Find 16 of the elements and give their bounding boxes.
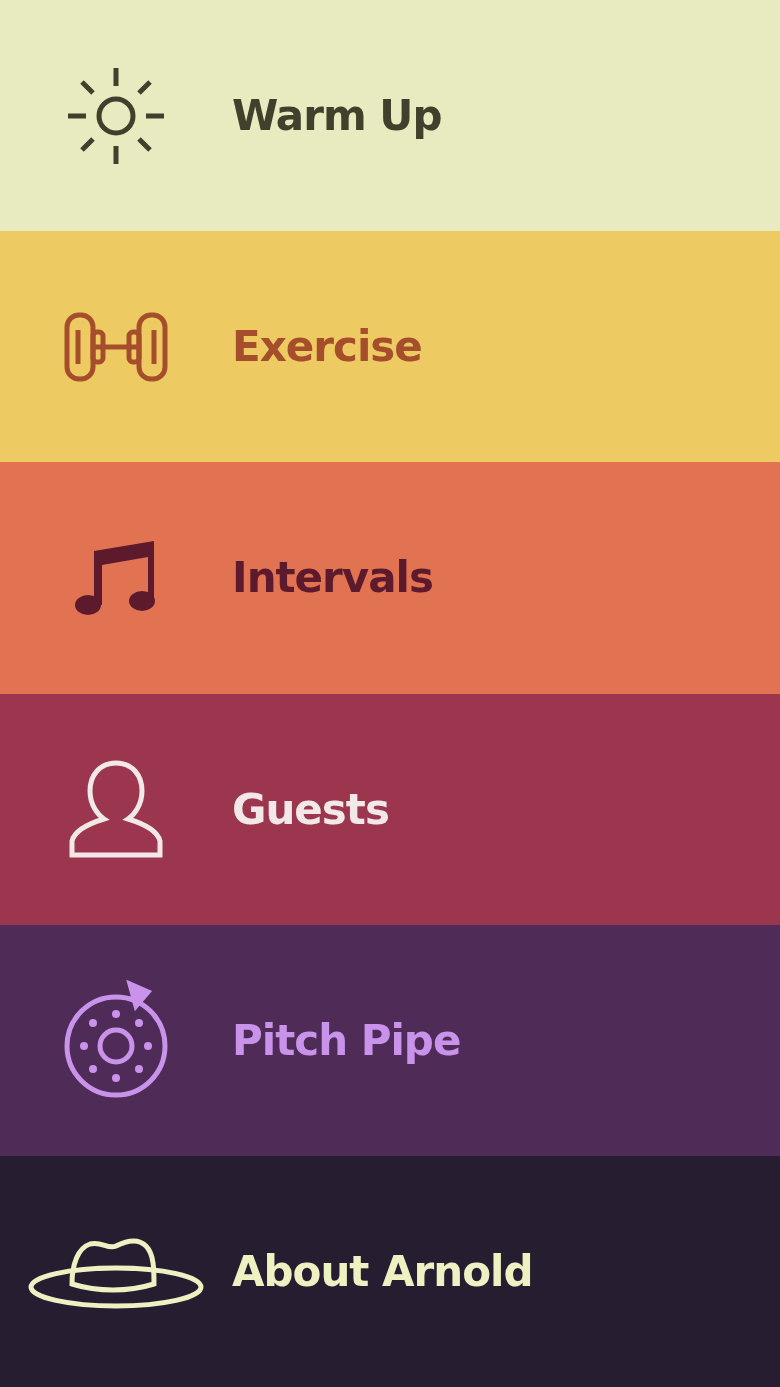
menu-label: Intervals bbox=[232, 553, 433, 603]
dumbbell-icon bbox=[64, 311, 168, 382]
menu-row[interactable]: Guests bbox=[0, 693, 780, 925]
menu-row[interactable]: Pitch Pipe bbox=[0, 924, 780, 1156]
music-note-icon bbox=[74, 538, 158, 617]
menu-label: About Arnold bbox=[232, 1246, 533, 1296]
menu-row[interactable]: Exercise bbox=[0, 231, 780, 463]
menu-label: Warm Up bbox=[232, 91, 442, 141]
menu-label: Guests bbox=[232, 784, 389, 834]
menu-row[interactable]: About Arnold bbox=[0, 1155, 780, 1387]
menu-label: Pitch Pipe bbox=[232, 1015, 461, 1065]
person-icon bbox=[69, 759, 163, 860]
menu-row[interactable]: Warm Up bbox=[0, 0, 780, 232]
sun-icon bbox=[66, 65, 166, 166]
menu-label: Exercise bbox=[232, 322, 422, 372]
menu-row[interactable]: Intervals bbox=[0, 462, 780, 694]
